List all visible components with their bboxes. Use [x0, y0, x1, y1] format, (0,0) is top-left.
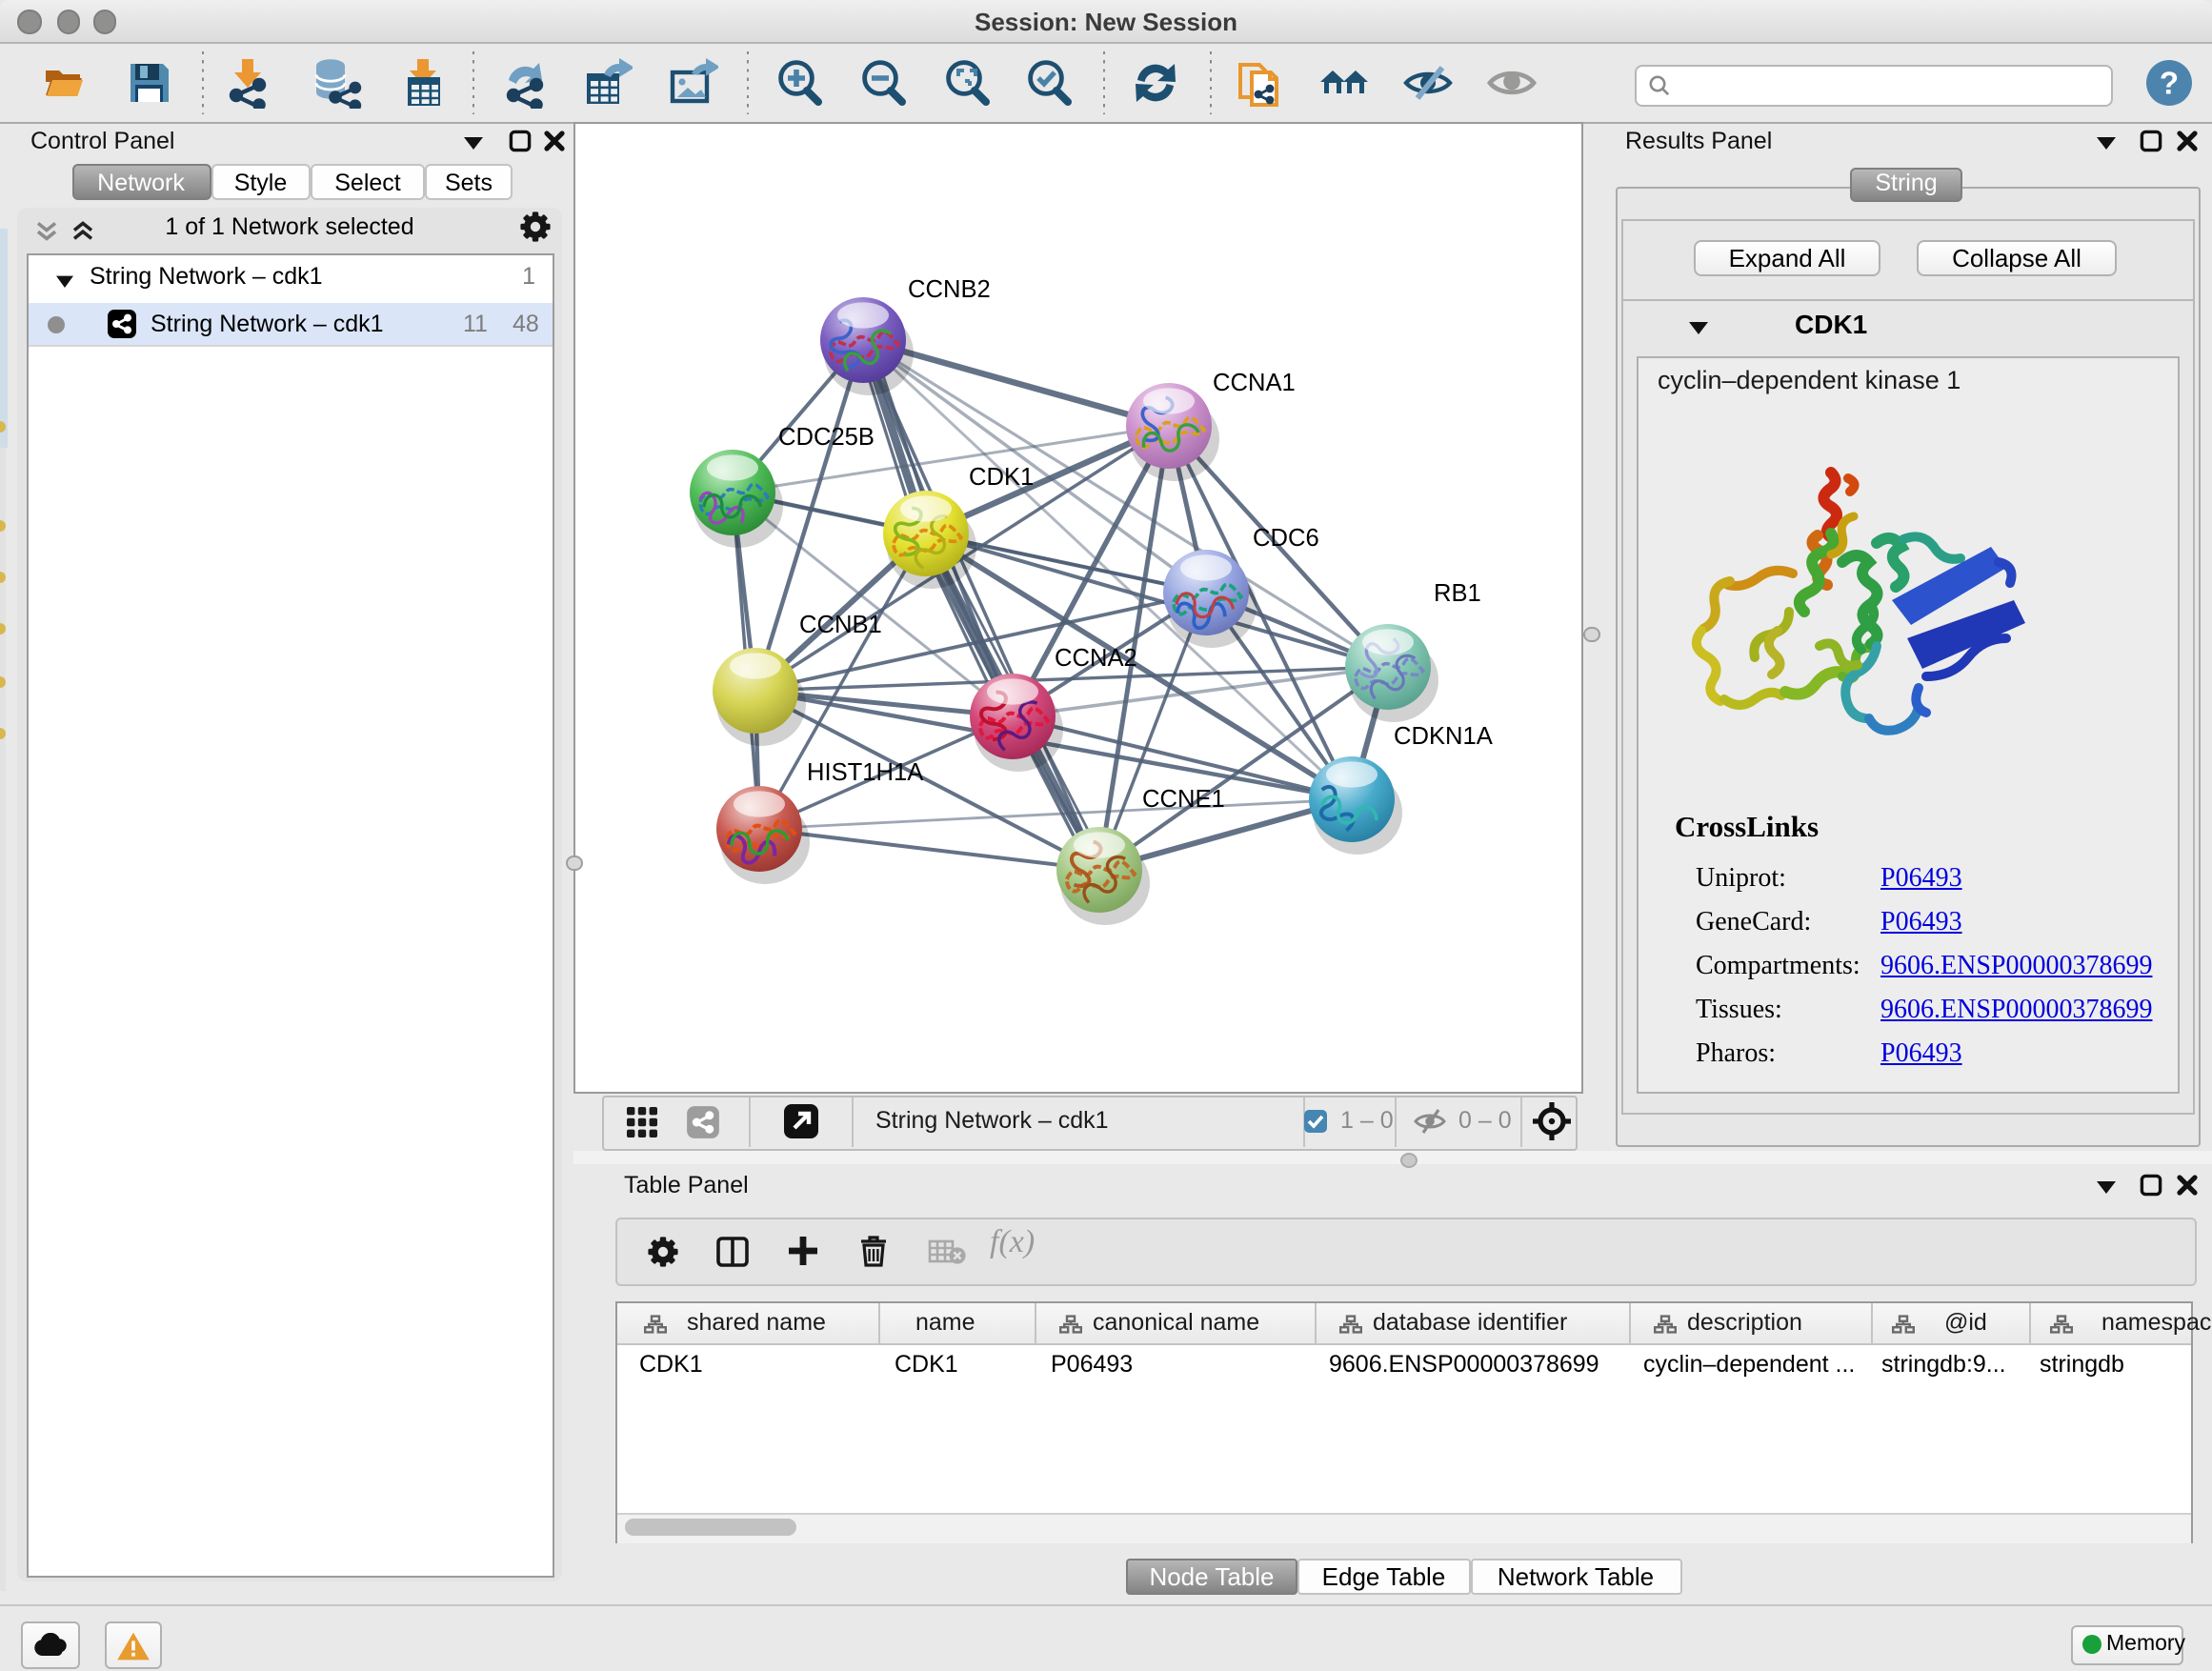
- svg-text:CCNA2: CCNA2: [1054, 645, 1136, 672]
- svg-text:CCNB1: CCNB1: [798, 612, 881, 638]
- svg-text:HIST1H1A: HIST1H1A: [806, 759, 923, 786]
- svg-text:CCNA1: CCNA1: [1212, 370, 1295, 396]
- svg-text:CCNE1: CCNE1: [1141, 786, 1224, 813]
- svg-text:?: ?: [2160, 66, 2179, 101]
- svg-text:RB1: RB1: [1433, 580, 1480, 607]
- svg-text:CDC25B: CDC25B: [777, 424, 874, 451]
- svg-text:CDK1: CDK1: [968, 464, 1033, 491]
- svg-text:CCNB2: CCNB2: [907, 276, 990, 303]
- svg-text:CDC6: CDC6: [1252, 525, 1318, 552]
- svg-text:CDKN1A: CDKN1A: [1393, 723, 1493, 750]
